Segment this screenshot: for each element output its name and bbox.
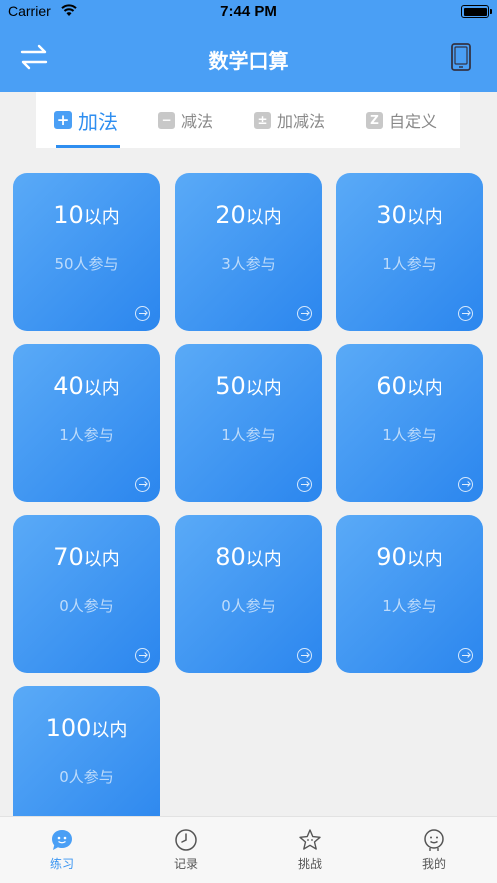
battery-icon — [461, 5, 492, 18]
participant-count: 0人参与 — [59, 597, 114, 615]
range-card-90[interactable]: 90以内 1人参与 — [336, 515, 483, 673]
phone-icon[interactable] — [449, 42, 473, 72]
range-unit: 以内 — [245, 378, 282, 399]
plus-icon: + — [54, 111, 72, 129]
range-number: 20 — [215, 201, 246, 229]
bottom-tab-label: 挑战 — [297, 857, 322, 871]
participant-count: 1人参与 — [382, 426, 437, 444]
range-card-20[interactable]: 20以内 3人参与 — [175, 173, 322, 331]
range-unit: 以内 — [83, 207, 120, 228]
participant-count: 1人参与 — [382, 597, 437, 615]
range-number: 80 — [215, 543, 246, 571]
participant-count: 1人参与 — [59, 426, 114, 444]
bottom-tab-practice[interactable]: 练习 — [0, 817, 124, 883]
range-number: 70 — [53, 543, 84, 571]
range-number: 10 — [53, 201, 84, 229]
arrow-right-icon — [135, 648, 150, 663]
tab-label: 加减法 — [277, 112, 326, 131]
tab-underline — [56, 145, 120, 148]
range-card-40[interactable]: 40以内 1人参与 — [13, 344, 160, 502]
arrow-right-icon — [135, 477, 150, 492]
range-number: 60 — [376, 372, 407, 400]
tab-custom[interactable]: Z 自定义 — [366, 92, 437, 148]
range-card-10[interactable]: 10以内 50人参与 — [13, 173, 160, 331]
participant-count: 50人参与 — [54, 255, 119, 273]
bottom-tab-label: 练习 — [49, 857, 74, 871]
bottom-tab-profile[interactable]: 我的 — [372, 817, 496, 883]
range-card-80[interactable]: 80以内 0人参与 — [175, 515, 322, 673]
tab-label: 自定义 — [389, 112, 438, 131]
range-card-50[interactable]: 50以内 1人参与 — [175, 344, 322, 502]
arrow-right-icon — [458, 306, 473, 321]
status-time: 7:44 PM — [220, 3, 277, 20]
range-unit: 以内 — [245, 207, 282, 228]
arrow-right-icon — [297, 477, 312, 492]
smiley-icon — [424, 829, 444, 851]
range-unit: 以内 — [245, 549, 282, 570]
chat-bubble-icon — [52, 830, 72, 850]
participant-count: 3人参与 — [221, 255, 276, 273]
range-unit: 以内 — [406, 378, 443, 399]
tab-subtraction[interactable]: − 减法 — [158, 92, 213, 148]
arrow-right-icon — [297, 648, 312, 663]
range-unit: 以内 — [91, 720, 128, 741]
range-number: 90 — [376, 543, 407, 571]
bottom-tab-records[interactable]: 记录 — [124, 817, 248, 883]
range-unit: 以内 — [406, 549, 443, 570]
participant-count: 1人参与 — [221, 426, 276, 444]
page-title: 数学口算 — [208, 49, 289, 73]
star-icon — [299, 829, 321, 850]
tab-mixed[interactable]: ± 加减法 — [254, 92, 325, 148]
bottom-tab-bar: 练习 记录 挑战 我的 — [0, 816, 497, 883]
plus-minus-icon: ± — [254, 111, 271, 129]
clock-icon — [175, 829, 197, 851]
arrow-right-icon — [135, 306, 150, 321]
operation-tabs: + 加法 − 减法 ± 加减法 Z 自定义 — [36, 92, 460, 148]
nav-bar: 数学口算 — [0, 24, 497, 92]
arrow-right-icon — [458, 648, 473, 663]
range-number: 100 — [45, 714, 92, 742]
participant-count: 0人参与 — [59, 768, 114, 786]
bottom-tab-label: 我的 — [421, 857, 446, 871]
status-bar: Carrier 7:44 PM — [0, 0, 497, 24]
tab-addition[interactable]: + 加法 — [54, 92, 118, 148]
range-number: 50 — [215, 372, 246, 400]
range-number: 30 — [376, 201, 407, 229]
bottom-tab-label: 记录 — [173, 857, 198, 871]
range-unit: 以内 — [83, 378, 120, 399]
bottom-tab-challenge[interactable]: 挑战 — [248, 817, 372, 883]
range-number: 40 — [53, 372, 84, 400]
participant-count: 0人参与 — [221, 597, 276, 615]
range-card-60[interactable]: 60以内 1人参与 — [336, 344, 483, 502]
custom-z-icon: Z — [366, 111, 383, 129]
tab-label: 减法 — [181, 112, 214, 131]
arrow-right-icon — [297, 306, 312, 321]
tab-label: 加法 — [78, 109, 118, 134]
range-card-70[interactable]: 70以内 0人参与 — [13, 515, 160, 673]
minus-icon: − — [158, 111, 175, 129]
range-card-30[interactable]: 30以内 1人参与 — [336, 173, 483, 331]
range-unit: 以内 — [83, 549, 120, 570]
arrow-right-icon — [458, 477, 473, 492]
participant-count: 1人参与 — [382, 255, 437, 273]
range-unit: 以内 — [406, 207, 443, 228]
